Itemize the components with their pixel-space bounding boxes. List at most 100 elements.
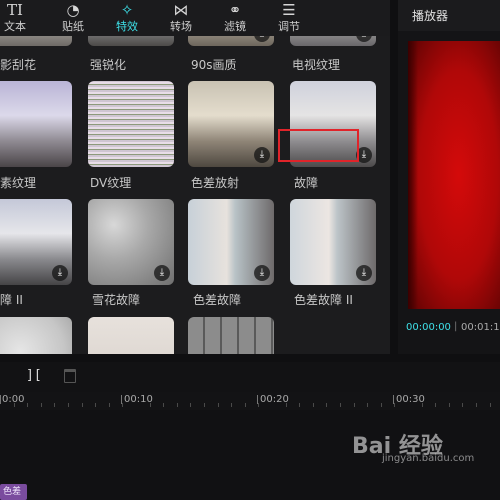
timeline-ruler[interactable] <box>0 392 500 410</box>
ruler-minor-tick <box>13 403 15 407</box>
ruler-minor-tick <box>190 403 192 407</box>
ruler-minor-tick <box>108 403 110 407</box>
effect-tile[interactable] <box>0 81 72 167</box>
download-icon[interactable]: ⤓ <box>254 265 270 281</box>
effect-label: 雪花故障 <box>92 293 141 307</box>
filter-icon: ⚭ <box>228 1 242 19</box>
timeline-clip[interactable]: 色差 <box>0 484 27 500</box>
ruler-minor-tick <box>380 403 382 407</box>
tab-filter[interactable]: ⚭ 滤镜 <box>212 0 258 36</box>
tab-sticker-label: 贴纸 <box>62 20 84 33</box>
ruler-minor-tick <box>163 403 165 407</box>
video-preview[interactable] <box>408 41 500 309</box>
ruler-minor-tick <box>462 403 464 407</box>
download-icon[interactable]: ⤓ <box>356 265 372 281</box>
ruler-minor-tick <box>68 403 69 407</box>
effect-label: 强锐化 <box>90 58 127 72</box>
effect-tile[interactable]: ⤓ <box>188 199 274 285</box>
clip-label: 色差 <box>3 487 22 497</box>
effect-label: 素纹理 <box>0 176 37 190</box>
ruler-minor-tick <box>448 403 450 407</box>
effect-label: DV纹理 <box>90 176 132 190</box>
tab-effects[interactable]: ✧ 特效 <box>104 0 150 36</box>
sticker-icon: ◔ <box>66 1 80 19</box>
ruler-minor-tick <box>149 403 151 407</box>
ruler-label: 00:30 <box>396 394 425 405</box>
ruler-minor-tick <box>54 403 56 407</box>
ruler-minor-tick <box>394 403 396 407</box>
ruler-minor-tick <box>176 403 178 407</box>
ruler-minor-tick <box>299 403 301 407</box>
effects-icon: ✧ <box>120 1 134 19</box>
effect-tile[interactable]: ⤓ <box>188 36 274 46</box>
effect-tile[interactable]: ⤓ <box>290 36 376 46</box>
download-icon[interactable]: ⤓ <box>356 36 372 42</box>
ruler-minor-tick <box>421 403 423 407</box>
effects-panel: ⤓ ⤓ 影刮花 强锐化 90s画质 电视纹理 ⤓ ⤓ 素纹理 DV纹理 色差放射… <box>0 36 390 354</box>
effect-tile[interactable] <box>188 317 274 354</box>
ruler-major-tick <box>0 395 1 404</box>
effect-tile[interactable] <box>88 317 174 354</box>
ruler-minor-tick <box>122 403 124 407</box>
split-icon[interactable]: ][ <box>26 368 42 383</box>
ruler-minor-tick <box>312 403 314 407</box>
tab-text[interactable]: TI 文本 <box>0 0 38 36</box>
ruler-label: 00:10 <box>124 394 153 405</box>
effect-label: 色差故障 II <box>294 293 353 307</box>
ruler-label: 00:20 <box>260 394 289 405</box>
adjust-icon: ☰ <box>282 1 296 19</box>
effect-tile[interactable]: ⤓ <box>188 81 274 167</box>
timecode-separator: | <box>454 321 458 332</box>
ruler-minor-tick <box>285 403 287 407</box>
effect-tile[interactable] <box>0 317 72 354</box>
effect-label: 障 II <box>0 293 23 307</box>
ruler-minor-tick <box>476 403 477 407</box>
effect-label: 电视纹理 <box>292 58 341 72</box>
ruler-minor-tick <box>204 403 205 407</box>
effect-label: 色差故障 <box>193 293 242 307</box>
tab-text-label: 文本 <box>4 20 26 33</box>
download-icon[interactable]: ⤓ <box>254 36 270 42</box>
ruler-minor-tick <box>244 403 246 407</box>
effect-tile[interactable]: ⤓ <box>88 199 174 285</box>
ruler-minor-tick <box>435 403 437 407</box>
download-icon[interactable]: ⤓ <box>154 265 170 281</box>
ruler-minor-tick <box>353 403 355 407</box>
ruler-minor-tick <box>340 403 341 407</box>
ruler-minor-tick <box>326 403 328 407</box>
text-icon: TI <box>7 1 23 19</box>
download-icon[interactable]: ⤓ <box>52 265 68 281</box>
effect-tile[interactable] <box>88 81 174 167</box>
effect-tile[interactable]: ⤓ <box>290 199 376 285</box>
effect-tile[interactable] <box>88 36 174 46</box>
tab-adjust[interactable]: ☰ 调节 <box>266 0 312 36</box>
ruler-minor-tick <box>367 403 369 407</box>
tab-adjust-label: 调节 <box>278 20 300 33</box>
delete-icon[interactable] <box>64 369 76 383</box>
watermark-url: jingyan.baidu.com <box>382 453 475 464</box>
effect-tile[interactable]: ⤓ <box>0 199 72 285</box>
total-timecode: 00:01:12 <box>461 322 500 333</box>
preview-edge-shadow <box>408 41 418 309</box>
tab-transition-label: 转场 <box>170 20 192 33</box>
ruler-minor-tick <box>231 403 233 407</box>
tab-filter-label: 滤镜 <box>224 20 246 33</box>
app-window: TI 文本 ◔ 贴纸 ✧ 特效 ⋈ 转场 ⚭ 滤镜 ☰ 调节 ⤓ ⤓ 影刮花 <box>0 0 500 500</box>
ruler-minor-tick <box>95 403 97 407</box>
ruler-minor-tick <box>40 403 42 407</box>
ruler-minor-tick <box>27 403 29 407</box>
ruler-minor-tick <box>489 403 491 407</box>
tab-transition[interactable]: ⋈ 转场 <box>158 0 204 36</box>
player-panel: 00:00:00 | 00:01:12 <box>398 31 500 354</box>
ruler-minor-tick <box>217 403 219 407</box>
player-header: 播放器 <box>398 0 500 31</box>
player-title: 播放器 <box>412 9 449 23</box>
effect-tile[interactable] <box>0 36 72 46</box>
ruler-minor-tick <box>81 403 83 407</box>
highlight-box <box>278 129 359 162</box>
download-icon[interactable]: ⤓ <box>254 147 270 163</box>
tab-sticker[interactable]: ◔ 贴纸 <box>50 0 96 36</box>
effect-label[interactable]: 故障 <box>294 174 318 191</box>
ruler-minor-tick <box>258 403 260 407</box>
material-toolbar: TI 文本 ◔ 贴纸 ✧ 特效 ⋈ 转场 ⚭ 滤镜 ☰ 调节 <box>0 0 390 36</box>
